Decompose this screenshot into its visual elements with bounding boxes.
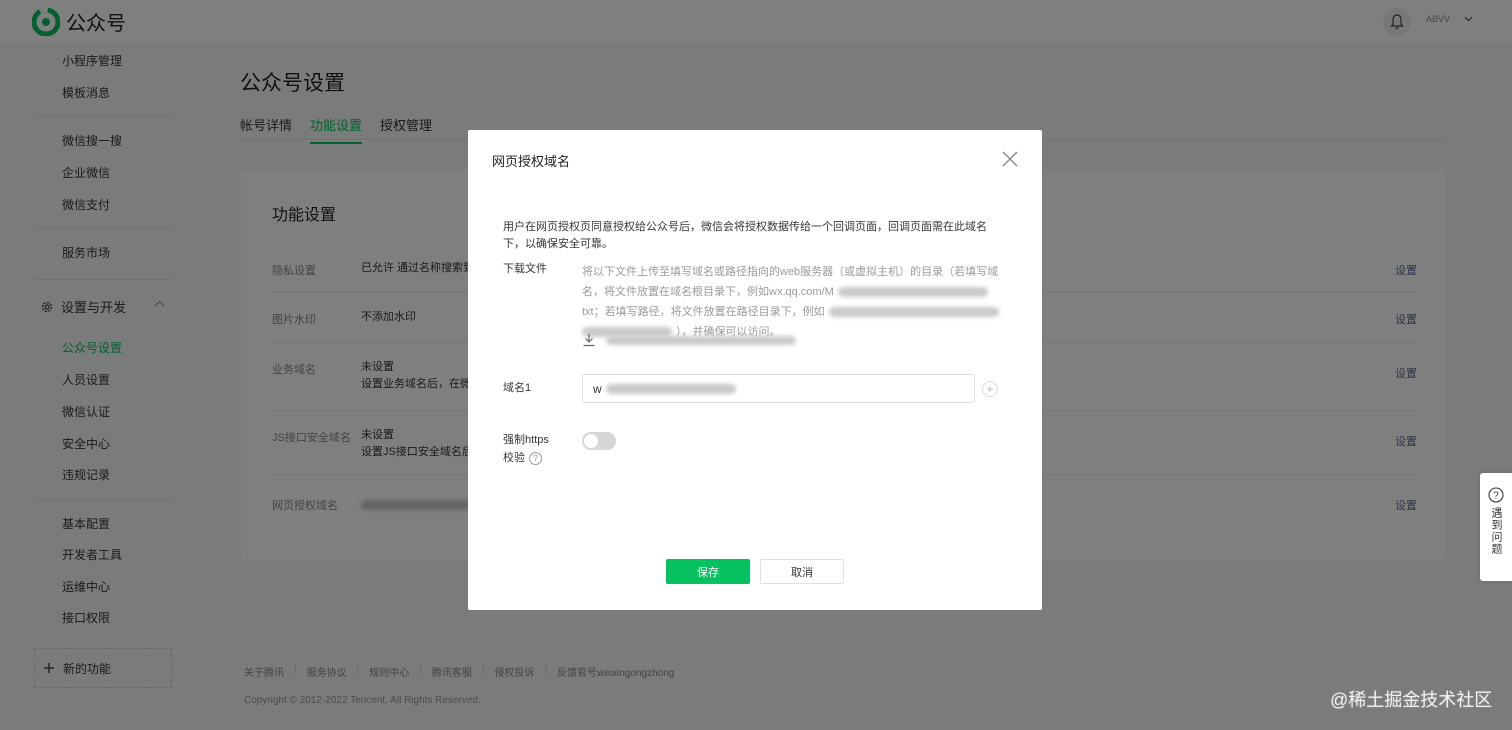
dialog-title: 网页授权域名: [492, 154, 571, 169]
force-https-label-line1: 强制https: [503, 434, 549, 446]
download-instructions: 将以下文件上传至填写域名或路径指向的web服务器（或虚拟主机）的目录（若填写域 …: [582, 262, 1006, 342]
watermark: @稀土掘金技术社区: [1330, 690, 1493, 710]
download-line: txt；若填写路径，将文件放置在路径目录下，例如: [582, 306, 825, 318]
dialog-description: 用户在网页授权页同意授权给公众号后，微信会将授权数据传给一个回调页面，回调页面需…: [503, 221, 987, 250]
domain-label: 域名1: [503, 382, 532, 394]
download-file-label: 下载文件: [503, 263, 547, 275]
download-icon: [583, 334, 595, 347]
download-line: 名，将文件放置在域名根目录下，例如wx.qq.com/M: [582, 286, 834, 298]
force-https-label: 强制https 校验?: [503, 431, 549, 467]
force-https-toggle[interactable]: [582, 432, 616, 450]
save-button[interactable]: 保存: [666, 559, 750, 584]
cancel-button[interactable]: 取消: [760, 559, 844, 584]
help-float-button[interactable]: ? 遇到问题: [1480, 473, 1512, 581]
domain-value: w: [593, 381, 602, 396]
oauth-domain-dialog: 网页授权域名 用户在网页授权页同意授权给公众号后，微信会将授权数据传给一个回调页…: [468, 130, 1042, 610]
toggle-knob: [584, 434, 598, 448]
help-icon[interactable]: ?: [529, 451, 542, 465]
download-file-link[interactable]: [582, 333, 796, 347]
close-icon[interactable]: [1000, 149, 1020, 169]
download-filename-redacted: [606, 335, 796, 345]
download-line: 将以下文件上传至填写域名或路径指向的web服务器（或虚拟主机）的目录（若填写域: [582, 266, 999, 278]
add-domain-button[interactable]: +: [982, 381, 998, 397]
question-circle-icon: ?: [1488, 487, 1504, 503]
force-https-label-line2: 校验: [503, 452, 525, 464]
svg-text:?: ?: [1493, 491, 1499, 502]
domain-input[interactable]: w: [582, 374, 975, 403]
help-label: 遇到问题: [1490, 507, 1502, 555]
